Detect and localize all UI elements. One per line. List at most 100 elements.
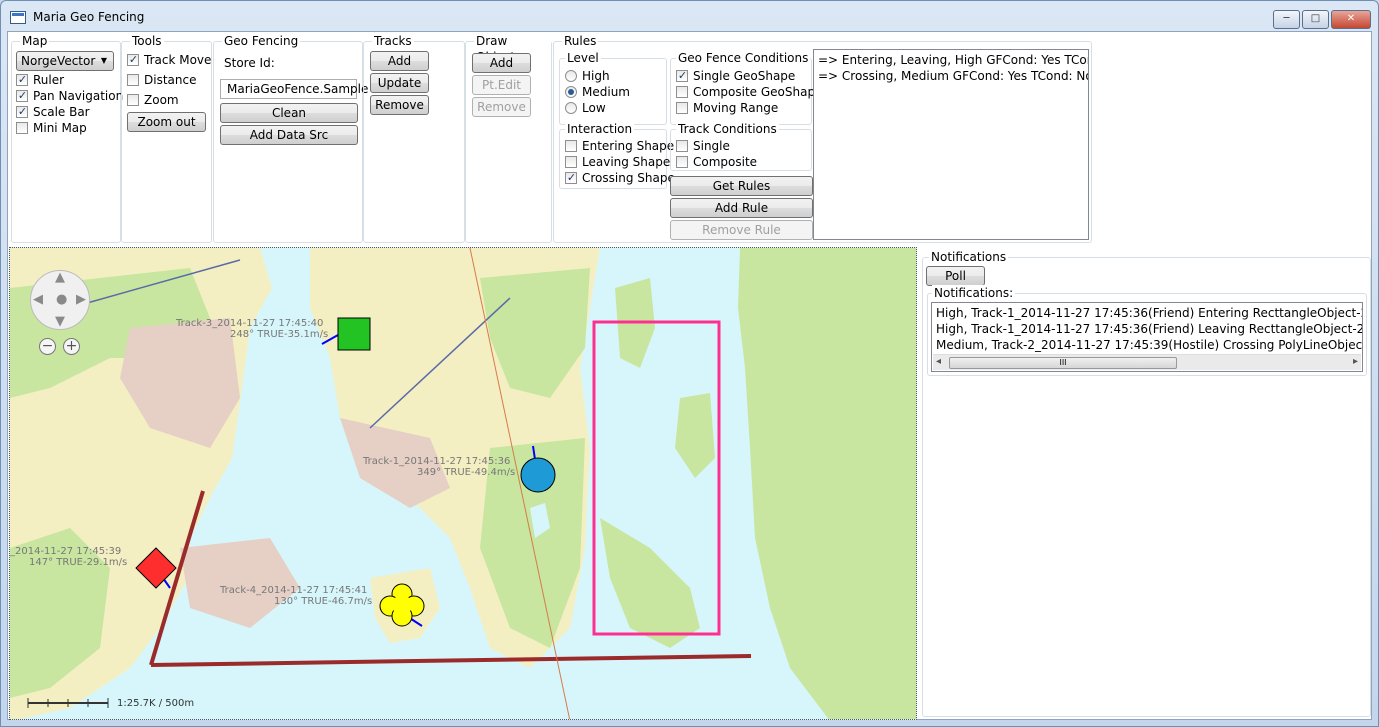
mini-map-checkbox[interactable]: Mini Map: [16, 120, 87, 136]
maximize-button[interactable]: □: [1302, 10, 1329, 29]
checkbox-icon: [127, 52, 139, 68]
track-composite-label: Composite: [693, 155, 758, 169]
track-update-button[interactable]: Update: [370, 73, 429, 93]
map-group-legend: Map: [20, 33, 50, 49]
track-1-symbol: [520, 457, 556, 493]
pan-navigation-control[interactable]: ▲ ▼ ◀ ▶ ●: [30, 270, 90, 330]
level-low-radio[interactable]: Low: [565, 100, 606, 116]
rules-group: Rules Level High Medium Low Geo Fence Co…: [553, 33, 1092, 243]
zoom-out-button[interactable]: Zoom out: [127, 112, 206, 132]
pan-left-icon[interactable]: ◀: [33, 292, 43, 307]
notifications-list[interactable]: High, Track-1_2014-11-27 17:45:36(Friend…: [931, 302, 1363, 372]
pan-up-icon[interactable]: ▲: [55, 270, 65, 285]
track-3-label: Track-3_2014-11-27 17:45:40 248° TRUE-35…: [176, 318, 328, 340]
tracks-group-legend: Tracks: [372, 33, 414, 49]
track-single-checkbox[interactable]: Single: [676, 138, 730, 154]
track-4-label: Track-4_2014-11-27 17:45:41 130° TRUE-46…: [220, 585, 372, 607]
entering-shape-checkbox[interactable]: Entering Shape: [565, 138, 674, 154]
geofence-conditions-group: Geo Fence Conditions Single GeoShape Com…: [670, 50, 822, 125]
add-rule-button[interactable]: Add Rule: [670, 198, 813, 218]
rules-list-item[interactable]: => Entering, Leaving, High GFCond: Yes T…: [814, 52, 1088, 68]
map-layer-select[interactable]: NorgeVector ▼: [16, 51, 114, 71]
track-2-label: _2014-11-27 17:45:39 147° TRUE-29.1m/s: [10, 546, 127, 568]
track-conditions-group: Track Conditions Single Composite: [670, 121, 812, 171]
single-geoshape-checkbox[interactable]: Single GeoShape: [676, 68, 795, 84]
rules-group-legend: Rules: [562, 33, 599, 49]
crossing-shape-checkbox[interactable]: Crossing Shape: [565, 170, 675, 186]
level-low-label: Low: [582, 101, 606, 115]
checkbox-icon: [565, 170, 577, 186]
clean-button[interactable]: Clean: [220, 103, 358, 123]
land-east-shore: [738, 248, 916, 719]
scale-bar-label: 1:25.7K / 500m: [117, 698, 195, 709]
map-zoom-out-button[interactable]: −: [39, 338, 56, 355]
title-bar[interactable]: Maria Geo Fencing ─ □ ✕: [1, 1, 1378, 31]
get-rules-button[interactable]: Get Rules: [670, 176, 813, 196]
remove-rule-button[interactable]: Remove Rule: [670, 220, 813, 240]
track-4-label-line1: Track-4_2014-11-27 17:45:41: [220, 585, 368, 596]
draw-remove-button[interactable]: Remove: [472, 97, 531, 117]
draw-add-button[interactable]: Add: [472, 53, 531, 73]
checkbox-icon: [127, 94, 139, 106]
window-title: Maria Geo Fencing: [33, 10, 145, 24]
notification-item[interactable]: High, Track-1_2014-11-27 17:45:36(Friend…: [932, 321, 1362, 337]
checkbox-icon: [676, 102, 688, 114]
checkbox-icon: [676, 68, 688, 84]
map-view[interactable]: ▲ ▼ ◀ ▶ ● − + Track-3_2014-11-27 17:45:4…: [9, 247, 917, 720]
track-1-label-line1: Track-1_2014-11-27 17:45:36: [363, 456, 511, 467]
track-add-button[interactable]: Add: [370, 51, 429, 71]
map-canvas[interactable]: [10, 248, 917, 720]
notifications-group: Notifications Poll Notifications: High, …: [922, 249, 1371, 717]
track-remove-button[interactable]: Remove: [370, 95, 429, 115]
scale-bar-checkbox[interactable]: Scale Bar: [16, 104, 90, 120]
track-3-label-line2: 248° TRUE-35.1m/s: [230, 329, 329, 340]
client-area: Map NorgeVector ▼ Ruler Pan Navigation S…: [7, 31, 1372, 720]
ruler-label: Ruler: [33, 73, 65, 87]
leaving-shape-checkbox[interactable]: Leaving Shape: [565, 154, 670, 170]
store-id-input[interactable]: MariaGeoFence.Sample: [220, 79, 368, 99]
pt-edit-button[interactable]: Pt.Edit: [472, 75, 531, 95]
track-2-label-line1: _2014-11-27 17:45:39: [10, 546, 122, 557]
level-medium-radio[interactable]: Medium: [565, 84, 630, 100]
moving-range-checkbox[interactable]: Moving Range: [676, 100, 778, 116]
scroll-thumb[interactable]: III: [949, 357, 1177, 369]
scroll-left-icon[interactable]: ◂: [936, 356, 941, 367]
leaving-shape-label: Leaving Shape: [582, 155, 671, 169]
minimize-icon: ─: [1283, 13, 1290, 24]
checkbox-icon: [16, 72, 28, 88]
notification-item[interactable]: High, Track-1_2014-11-27 17:45:36(Friend…: [932, 305, 1362, 321]
pan-right-icon[interactable]: ▶: [76, 292, 86, 307]
tracks-group: Tracks Add Update Remove: [363, 33, 465, 243]
moving-range-label: Moving Range: [693, 101, 779, 115]
map-zoom-in-button[interactable]: +: [63, 338, 80, 355]
scale-bar-label: Scale Bar: [33, 105, 90, 119]
poll-button[interactable]: Poll: [926, 266, 985, 286]
close-button[interactable]: ✕: [1331, 10, 1371, 29]
pan-navigation-checkbox[interactable]: Pan Navigation: [16, 88, 123, 104]
pan-navigation-label: Pan Navigation: [33, 89, 124, 103]
urban-area-3: [180, 538, 300, 628]
add-data-src-button[interactable]: Add Data Src: [220, 125, 358, 145]
ruler-checkbox[interactable]: Ruler: [16, 72, 64, 88]
track-move-checkbox[interactable]: Track Move: [127, 52, 211, 68]
notifications-hscrollbar[interactable]: ◂ III ▸: [933, 354, 1361, 370]
zoom-checkbox[interactable]: Zoom: [127, 92, 179, 108]
track-1-label: Track-1_2014-11-27 17:45:36 349° TRUE-49…: [363, 456, 515, 478]
track-composite-checkbox[interactable]: Composite: [676, 154, 757, 170]
pan-center-icon[interactable]: ●: [56, 292, 67, 307]
composite-geoshape-checkbox[interactable]: Composite GeoShape: [676, 84, 822, 100]
notification-item[interactable]: Medium, Track-2_2014-11-27 17:45:39(Host…: [932, 337, 1362, 353]
checkbox-icon: [676, 86, 688, 98]
level-high-radio[interactable]: High: [565, 68, 610, 84]
rules-list-item[interactable]: => Crossing, Medium GFCond: Yes TCond: N…: [814, 68, 1088, 84]
distance-checkbox[interactable]: Distance: [127, 72, 196, 88]
scroll-right-icon[interactable]: ▸: [1353, 356, 1358, 367]
minimize-button[interactable]: ─: [1273, 10, 1300, 29]
radio-selected-icon: [565, 86, 577, 98]
pan-down-icon[interactable]: ▼: [55, 314, 65, 329]
composite-geoshape-label: Composite GeoShape: [693, 85, 823, 99]
interaction-group: Interaction Entering Shape Leaving Shape…: [559, 121, 675, 189]
track-1-label-line2: 349° TRUE-49.4m/s: [417, 467, 516, 478]
rules-list[interactable]: => Entering, Leaving, High GFCond: Yes T…: [813, 49, 1089, 240]
crossing-shape-label: Crossing Shape: [582, 171, 675, 185]
